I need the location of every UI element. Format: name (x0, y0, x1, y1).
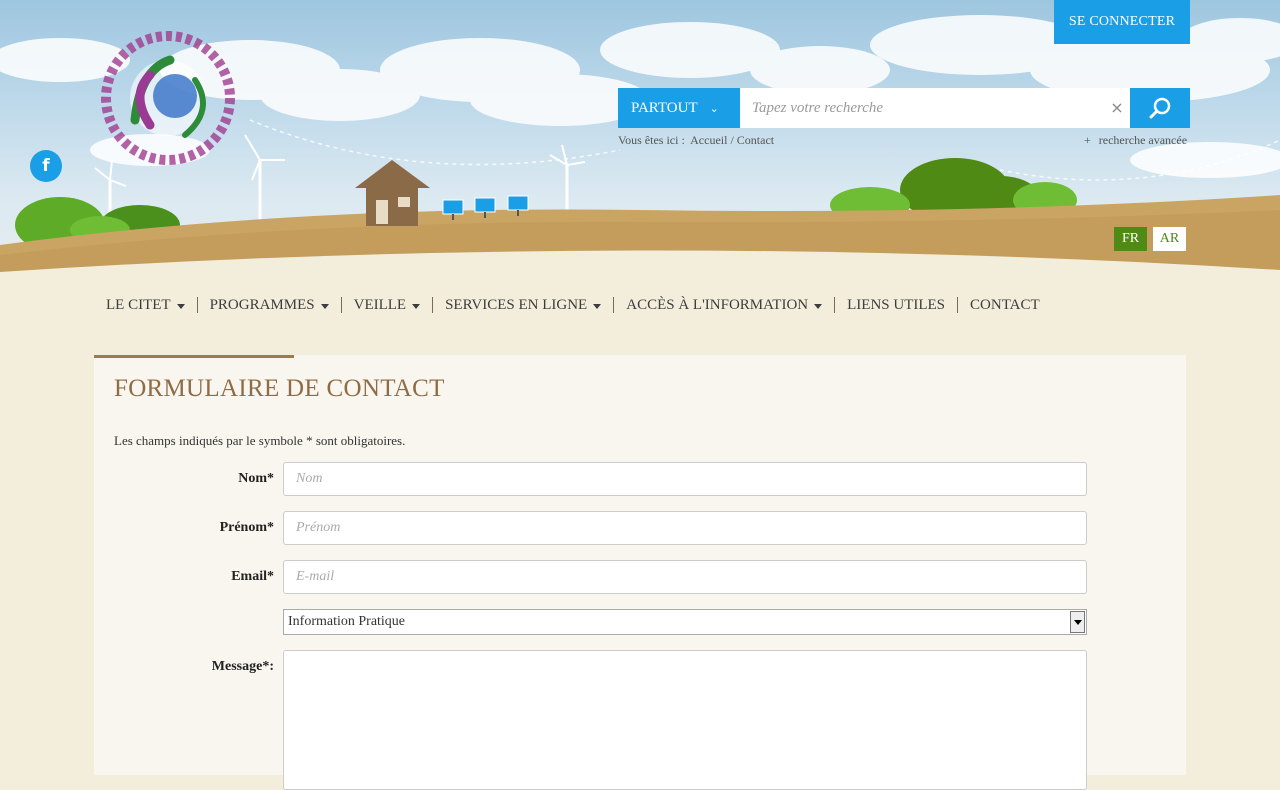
search-input[interactable] (740, 88, 1130, 128)
nav-item-programmes[interactable]: PROGRAMMES (198, 297, 341, 314)
breadcrumb-separator: / (730, 133, 734, 147)
search-icon (1149, 97, 1171, 119)
breadcrumb-current: Contact (736, 133, 775, 147)
header-banner: SE CONNECTER PARTOUT ⌄ × Vous êtes ici :… (0, 0, 1280, 280)
language-ar-button[interactable]: AR (1153, 227, 1186, 251)
facebook-icon[interactable]: f (30, 150, 62, 182)
caret-down-icon (412, 304, 421, 309)
nav-item-acces-information[interactable]: ACCÈS À L'INFORMATION (614, 297, 834, 314)
nav-item-label: LIENS UTILES (847, 296, 946, 313)
required-fields-note: Les champs indiqués par le symbole * son… (114, 433, 406, 448)
main-navigation: LE CITET PROGRAMMES VEILLE SERVICES EN L… (94, 292, 1052, 318)
breadcrumb: Vous êtes ici : Accueil / Contact (618, 133, 774, 148)
nav-item-label: LE CITET (106, 296, 171, 313)
plus-icon: + (1084, 133, 1091, 147)
breadcrumb-prefix: Vous êtes ici : (618, 133, 685, 147)
nav-item-label: SERVICES EN LIGNE (445, 296, 588, 313)
nav-item-label: PROGRAMMES (209, 296, 315, 313)
prenom-label: Prénom* (219, 520, 274, 535)
subject-selected-value: Information Pratique (288, 614, 406, 629)
nav-item-veille[interactable]: VEILLE (342, 297, 432, 314)
email-label: Email* (231, 569, 274, 584)
prenom-field[interactable] (283, 511, 1087, 545)
clear-search-icon[interactable]: × (1108, 96, 1126, 120)
nav-item-le-citet[interactable]: LE CITET (94, 297, 197, 314)
nom-field[interactable] (283, 462, 1087, 496)
message-label: Message*: (211, 659, 274, 674)
login-button[interactable]: SE CONNECTER (1054, 0, 1190, 44)
nav-item-contact[interactable]: CONTACT (958, 297, 1052, 314)
nav-item-liens-utiles[interactable]: LIENS UTILES (835, 297, 957, 314)
advanced-search-link[interactable]: + recherche avancée (1084, 133, 1187, 148)
dropdown-arrow-icon (1070, 611, 1085, 633)
contact-form-panel: FORMULAIRE DE CONTACT Les champs indiqué… (94, 355, 1186, 790)
title-accent-bar (94, 355, 294, 358)
caret-down-icon (176, 304, 185, 309)
search-button[interactable] (1130, 88, 1190, 128)
nav-item-label: ACCÈS À L'INFORMATION (626, 296, 809, 313)
search-scope-dropdown[interactable]: PARTOUT ⌄ (618, 88, 740, 128)
message-textarea[interactable] (283, 650, 1087, 790)
caret-down-icon (593, 304, 602, 309)
advanced-search-label: recherche avancée (1098, 133, 1188, 147)
nav-item-label: CONTACT (970, 296, 1040, 313)
caret-down-icon (320, 304, 329, 309)
language-fr-button[interactable]: FR (1114, 227, 1147, 251)
email-field[interactable] (283, 560, 1087, 594)
caret-down-icon (814, 304, 823, 309)
nom-label: Nom* (238, 471, 274, 486)
chevron-down-icon: ⌄ (709, 102, 719, 115)
page-title: FORMULAIRE DE CONTACT (114, 375, 445, 402)
nav-item-services-en-ligne[interactable]: SERVICES EN LIGNE (433, 297, 613, 314)
search-scope-label: PARTOUT (631, 99, 698, 116)
breadcrumb-home-link[interactable]: Accueil (690, 133, 727, 147)
subject-select[interactable]: Information Pratique (283, 609, 1087, 635)
nav-item-label: VEILLE (353, 296, 407, 313)
